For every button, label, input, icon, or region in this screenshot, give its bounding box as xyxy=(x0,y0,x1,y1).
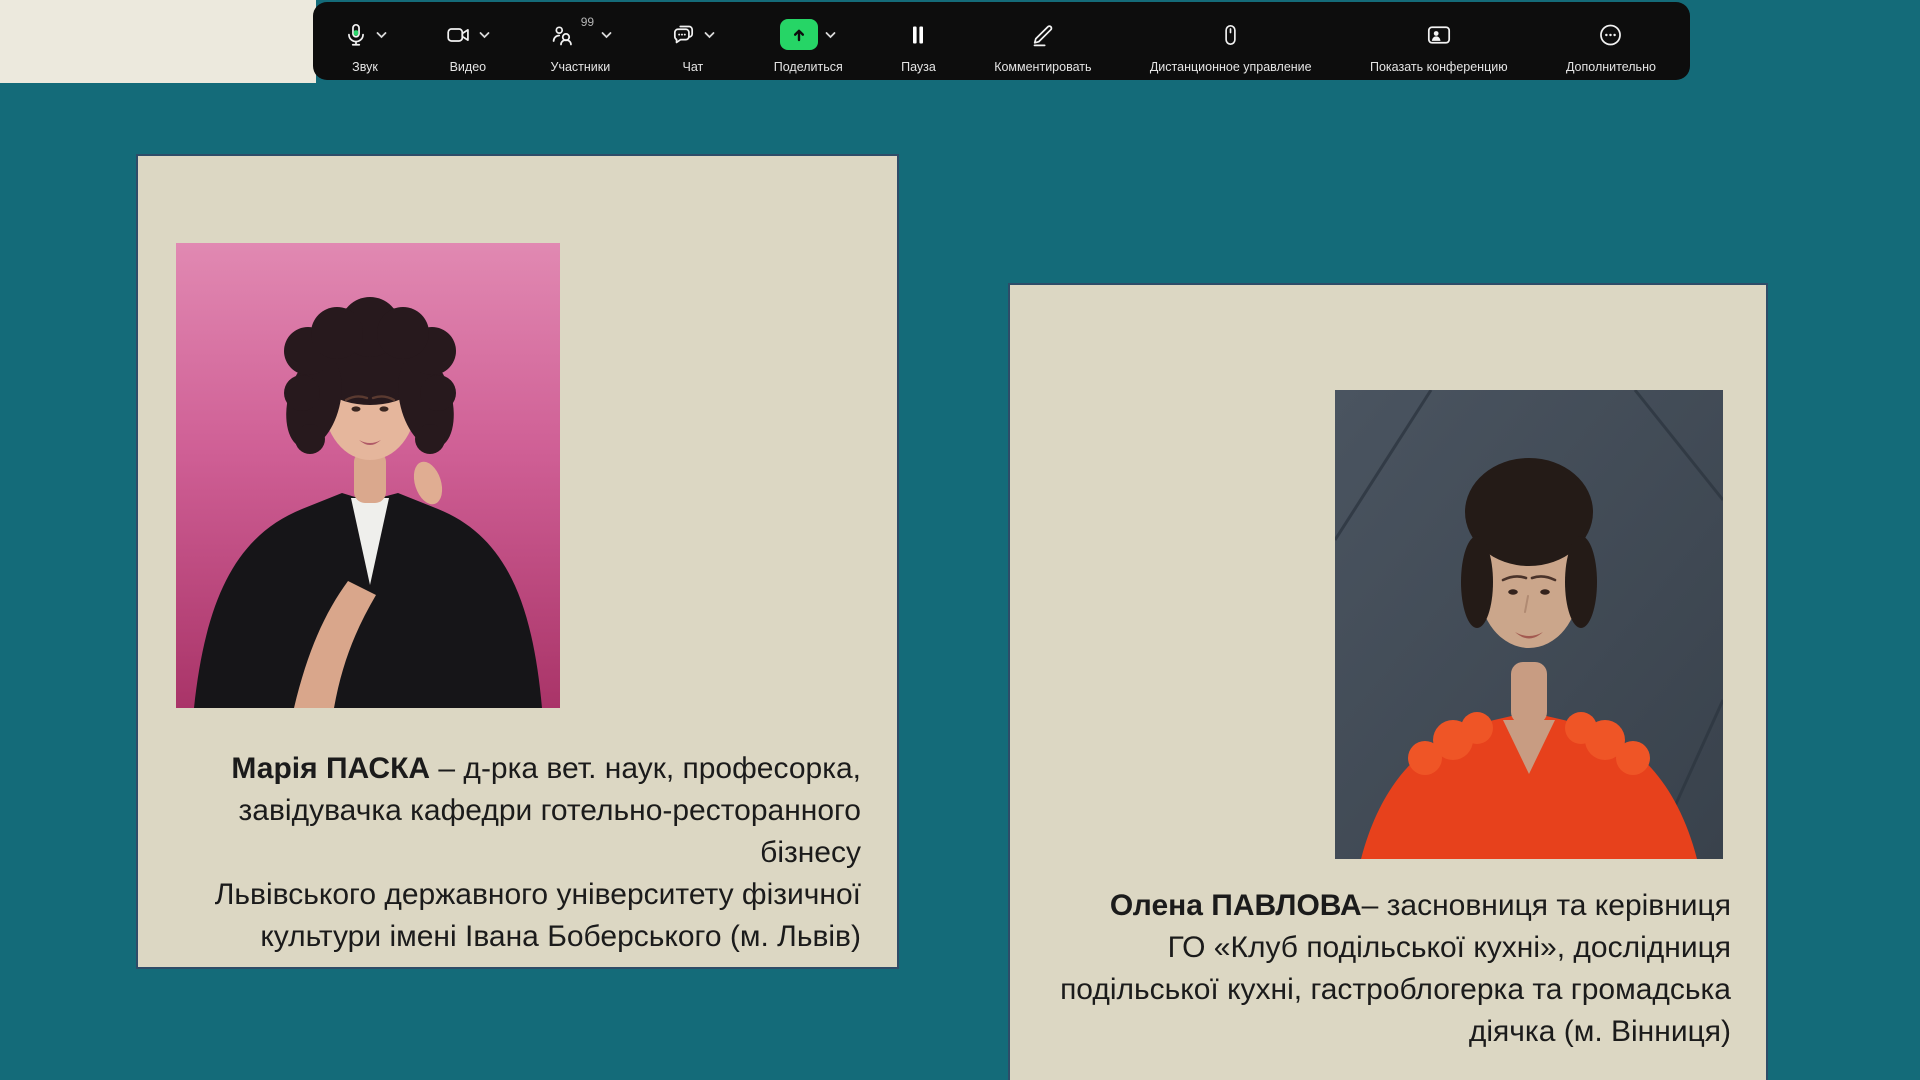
meeting-toolbar: Звук Видео 99 xyxy=(313,2,1690,80)
chevron-down-icon[interactable] xyxy=(376,31,387,39)
mouse-icon xyxy=(1218,22,1243,48)
speaker-bio: Марія ПАСКА – д-рка вет. наук, професорк… xyxy=(148,748,861,958)
toolbar-label-pause: Пауза xyxy=(901,61,936,74)
ellipsis-icon xyxy=(1597,22,1624,48)
toolbar-button-annotate[interactable]: Комментировать xyxy=(994,14,1091,74)
participants-icon xyxy=(549,22,576,48)
share-arrow-icon xyxy=(780,19,818,50)
toolbar-button-chat[interactable]: Чат xyxy=(670,14,715,74)
pause-icon xyxy=(906,22,930,48)
toolbar-button-show-conference[interactable]: Показать конференцию xyxy=(1370,14,1508,74)
speaker-name: Олена ПАВЛОВА xyxy=(1110,889,1362,922)
toolbar-label-audio: Звук xyxy=(352,61,378,74)
toolbar-label-chat: Чат xyxy=(683,61,704,74)
toolbar-button-video[interactable]: Видео xyxy=(445,14,490,74)
toolbar-button-remote-control[interactable]: Дистанционное управление xyxy=(1150,14,1312,74)
camera-icon xyxy=(445,22,472,48)
speaker-card-olena-pavlova: Олена ПАВЛОВА– засновниця та керівниця Г… xyxy=(1008,283,1768,1080)
speaker-photo-maria-paska xyxy=(176,243,560,708)
toolbar-button-participants[interactable]: 99 Участники xyxy=(549,14,612,74)
toolbar-label-annotate: Комментировать xyxy=(994,61,1091,74)
toolbar-button-audio[interactable]: Звук xyxy=(343,14,387,74)
microphone-icon xyxy=(343,22,369,48)
speaker-photo-olena-pavlova xyxy=(1335,390,1723,859)
toolbar-button-share[interactable]: Поделиться xyxy=(774,14,843,74)
meeting-screen: Звук Видео 99 xyxy=(0,0,1920,1080)
chevron-down-icon[interactable] xyxy=(479,31,490,39)
toolbar-label-participants: Участники xyxy=(551,61,611,74)
toolbar-label-show-conference: Показать конференцию xyxy=(1370,61,1508,74)
slide-corner-block xyxy=(0,0,316,83)
speaker-name: Марія ПАСКА xyxy=(231,752,430,785)
speaker-card-maria-paska: Марія ПАСКА – д-рка вет. наук, професорк… xyxy=(136,154,899,969)
toolbar-label-remote-control: Дистанционное управление xyxy=(1150,61,1312,74)
chat-icon xyxy=(670,22,697,48)
toolbar-button-pause[interactable]: Пауза xyxy=(901,14,936,74)
speaker-bio: Олена ПАВЛОВА– засновниця та керівниця Г… xyxy=(1020,885,1731,1053)
toolbar-label-share: Поделиться xyxy=(774,61,843,74)
chevron-down-icon[interactable] xyxy=(825,31,836,39)
toolbar-label-video: Видео xyxy=(450,61,487,74)
chevron-down-icon[interactable] xyxy=(601,31,612,39)
pencil-icon xyxy=(1029,22,1056,48)
toolbar-button-more[interactable]: Дополнительно xyxy=(1566,14,1656,74)
toolbar-label-more: Дополнительно xyxy=(1566,61,1656,74)
participants-count-badge: 99 xyxy=(581,16,594,28)
conference-icon xyxy=(1425,22,1453,48)
chevron-down-icon[interactable] xyxy=(704,31,715,39)
